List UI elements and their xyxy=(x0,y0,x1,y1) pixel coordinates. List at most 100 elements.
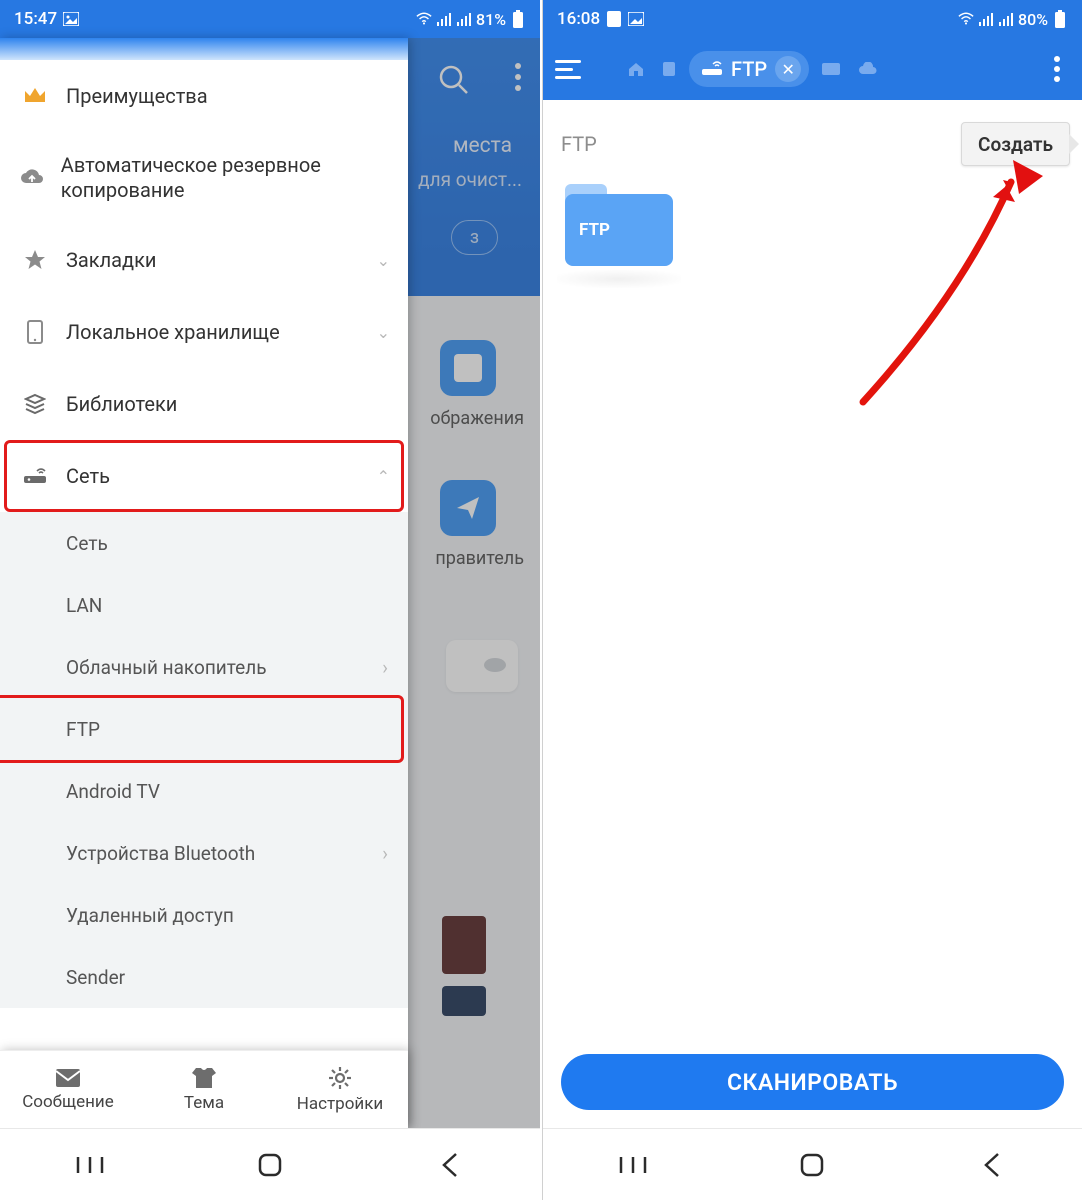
status-bar-left: 15:47 81% xyxy=(0,0,540,38)
nav-recent-icon[interactable] xyxy=(74,1149,106,1181)
router-icon xyxy=(18,467,52,485)
crown-icon xyxy=(18,86,52,106)
sub-item-label: FTP xyxy=(66,718,100,741)
sub-item-label: LAN xyxy=(66,594,102,617)
wifi-icon xyxy=(958,11,974,27)
image-indicator-icon xyxy=(63,11,79,27)
sub-item-lan[interactable]: LAN xyxy=(0,574,408,636)
folder-shadow xyxy=(557,270,681,288)
folder-ftp[interactable]: FTP xyxy=(565,178,673,266)
nav-recent-icon[interactable] xyxy=(617,1149,649,1181)
sub-item-label: Устройства Bluetooth xyxy=(66,842,255,865)
drawer-item-label: Закладки xyxy=(66,248,156,273)
battery-pct: 81% xyxy=(476,10,506,29)
drawer-item-label: Локальное хранилище xyxy=(66,320,280,345)
page-title: FTP xyxy=(561,132,597,156)
nav-drawer: Преимущества Автоматическое резервное ко… xyxy=(0,38,408,1128)
close-tab-icon[interactable]: ✕ xyxy=(775,56,801,82)
drawer-header xyxy=(0,38,408,60)
gear-icon xyxy=(328,1066,352,1090)
footer-label: Настройки xyxy=(297,1094,384,1114)
signal-icon-2 xyxy=(998,11,1014,27)
drawer-item-backup[interactable]: Автоматическое резервное копирование xyxy=(0,132,408,224)
footer-settings-button[interactable]: Настройки xyxy=(272,1051,408,1128)
drawer-item-network[interactable]: Сеть ⌃ xyxy=(0,440,408,512)
footer-label: Тема xyxy=(184,1093,224,1113)
router-icon xyxy=(701,61,723,77)
drawer-item-label: Библиотеки xyxy=(66,392,177,417)
drawer-item-label: Сеть xyxy=(66,464,110,489)
sub-item-sender[interactable]: Sender xyxy=(0,946,408,1008)
sub-item-label: Сеть xyxy=(66,532,108,555)
signal-icon xyxy=(436,11,452,27)
cloud-up-icon xyxy=(18,168,47,188)
sub-item-cloud[interactable]: Облачный накопитель › xyxy=(0,636,408,698)
footer-theme-button[interactable]: Тема xyxy=(136,1051,272,1128)
drawer-item-bookmarks[interactable]: Закладки ⌄ xyxy=(0,224,408,296)
crumb-cloud-icon[interactable] xyxy=(853,62,881,76)
sub-item-bluetooth[interactable]: Устройства Bluetooth › xyxy=(0,822,408,884)
sub-item-remote[interactable]: Удаленный доступ xyxy=(0,884,408,946)
footer-message-button[interactable]: Сообщение xyxy=(0,1051,136,1128)
drawer-item-label: Автоматическое резервное копирование xyxy=(61,153,390,203)
nav-back-icon[interactable] xyxy=(434,1149,466,1181)
system-navbar xyxy=(0,1128,540,1200)
drawer-item-premium[interactable]: Преимущества xyxy=(0,60,408,132)
phone-icon xyxy=(18,320,52,344)
header-tab-label: FTP xyxy=(731,57,767,81)
folder-label: FTP xyxy=(579,220,610,240)
chevron-right-icon: › xyxy=(382,842,388,865)
scan-button-label: СКАНИРОВАТЬ xyxy=(727,1069,898,1096)
system-navbar xyxy=(543,1128,1082,1200)
crumb-window-icon[interactable] xyxy=(817,62,845,76)
chevron-down-icon: ⌄ xyxy=(377,323,390,342)
phone-left: 15:47 81% места для очист... з xyxy=(0,0,540,1200)
status-time: 16:08 xyxy=(557,9,600,29)
overflow-menu-icon[interactable] xyxy=(1042,56,1072,82)
signal-icon xyxy=(978,11,994,27)
mail-icon xyxy=(55,1068,81,1088)
signal-icon-2 xyxy=(456,11,472,27)
footer-label: Сообщение xyxy=(22,1092,114,1112)
drawer-item-libraries[interactable]: Библиотеки xyxy=(0,368,408,440)
scan-button[interactable]: СКАНИРОВАТЬ xyxy=(561,1054,1064,1110)
battery-icon xyxy=(510,11,526,27)
battery-icon xyxy=(1052,11,1068,27)
create-button-label: Создать xyxy=(978,133,1053,156)
stacks-icon xyxy=(18,393,52,415)
phone-right: 16:08 80% FTP ✕ FTP Создать xyxy=(542,0,1082,1200)
drawer-item-label: Преимущества xyxy=(66,84,208,109)
nav-back-icon[interactable] xyxy=(976,1149,1008,1181)
shirt-icon xyxy=(191,1067,217,1089)
status-time: 15:47 xyxy=(14,9,57,29)
main-content: FTP Создать FTP СКАНИРОВАТЬ xyxy=(543,100,1082,1128)
status-bar-right: 16:08 80% xyxy=(543,0,1082,38)
drawer-sublist-network: Сеть LAN Облачный накопитель › FTP Androi… xyxy=(0,512,408,1008)
sub-item-label: Sender xyxy=(66,966,125,989)
wifi-icon xyxy=(416,11,432,27)
create-button[interactable]: Создать xyxy=(961,122,1070,166)
battery-pct: 80% xyxy=(1018,10,1048,29)
sub-item-network[interactable]: Сеть xyxy=(0,512,408,574)
sub-item-label: Android TV xyxy=(66,780,160,803)
crumb-home-icon[interactable] xyxy=(623,61,649,77)
chevron-up-icon: ⌃ xyxy=(377,467,390,486)
drawer-footer: Сообщение Тема Настройки xyxy=(0,1050,408,1128)
app-header: FTP ✕ xyxy=(543,38,1082,100)
sub-item-ftp[interactable]: FTP xyxy=(0,698,408,760)
drawer-item-local[interactable]: Локальное хранилище ⌄ xyxy=(0,296,408,368)
star-icon xyxy=(18,249,52,271)
sim-icon xyxy=(606,11,622,27)
hamburger-icon[interactable] xyxy=(553,52,587,86)
sub-item-androidtv[interactable]: Android TV xyxy=(0,760,408,822)
sub-item-label: Удаленный доступ xyxy=(66,904,234,927)
sub-item-label: Облачный накопитель xyxy=(66,656,267,679)
chevron-right-icon: › xyxy=(382,656,388,679)
image-indicator-icon xyxy=(628,11,644,27)
crumb-sd-icon[interactable] xyxy=(657,61,681,77)
annotation-arrow xyxy=(843,152,1043,412)
chevron-down-icon: ⌄ xyxy=(377,251,390,270)
header-tab-ftp[interactable]: FTP ✕ xyxy=(689,51,809,87)
nav-home-icon[interactable] xyxy=(254,1149,286,1181)
nav-home-icon[interactable] xyxy=(796,1149,828,1181)
